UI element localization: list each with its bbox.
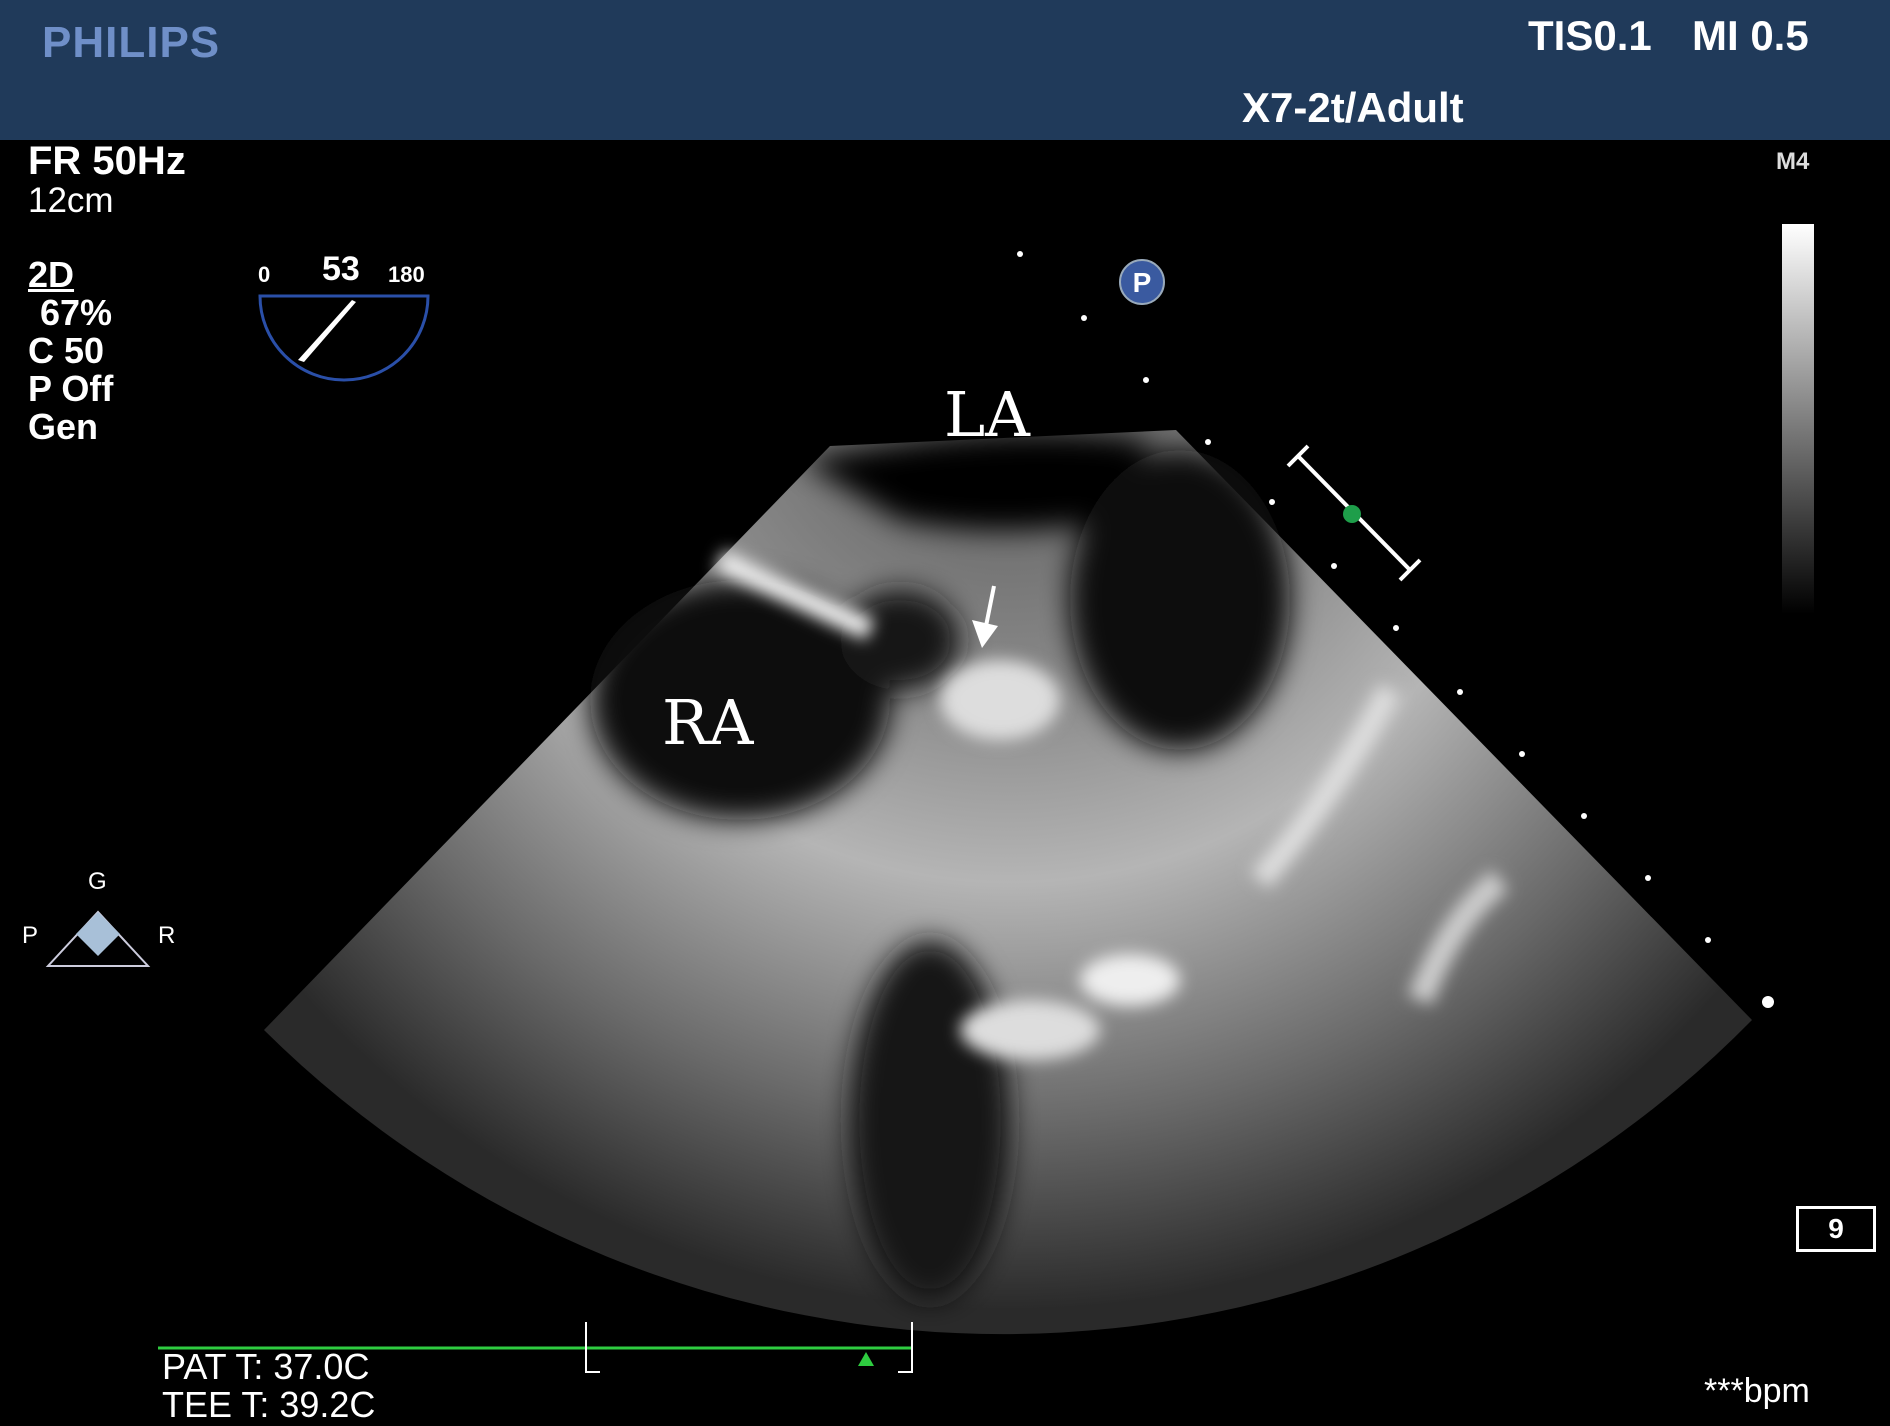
focus-marker	[1286, 444, 1422, 582]
sector-fan	[264, 430, 1752, 1335]
diamond-triangle-icon	[45, 910, 151, 967]
orientation-r: R	[158, 922, 176, 949]
orientation-p: P	[22, 922, 39, 949]
heart-rate: ***bpm	[1704, 1372, 1810, 1410]
ultrasound-sector: P	[158, 251, 1774, 1373]
grayscale-map-label: M4	[1776, 148, 1810, 175]
label-ra: RA	[662, 686, 754, 759]
label-la: LA	[944, 378, 1030, 451]
svg-text:P: P	[1133, 267, 1152, 298]
grayscale-bar	[1782, 224, 1814, 614]
patient-temperature: PAT T: 37.0C	[162, 1346, 370, 1387]
orientation-g: G	[88, 868, 107, 895]
frame-number: 9	[1796, 1206, 1876, 1252]
tee-temperature: TEE T: 39.2C	[162, 1384, 376, 1425]
p-circle-icon: P	[1119, 259, 1165, 305]
